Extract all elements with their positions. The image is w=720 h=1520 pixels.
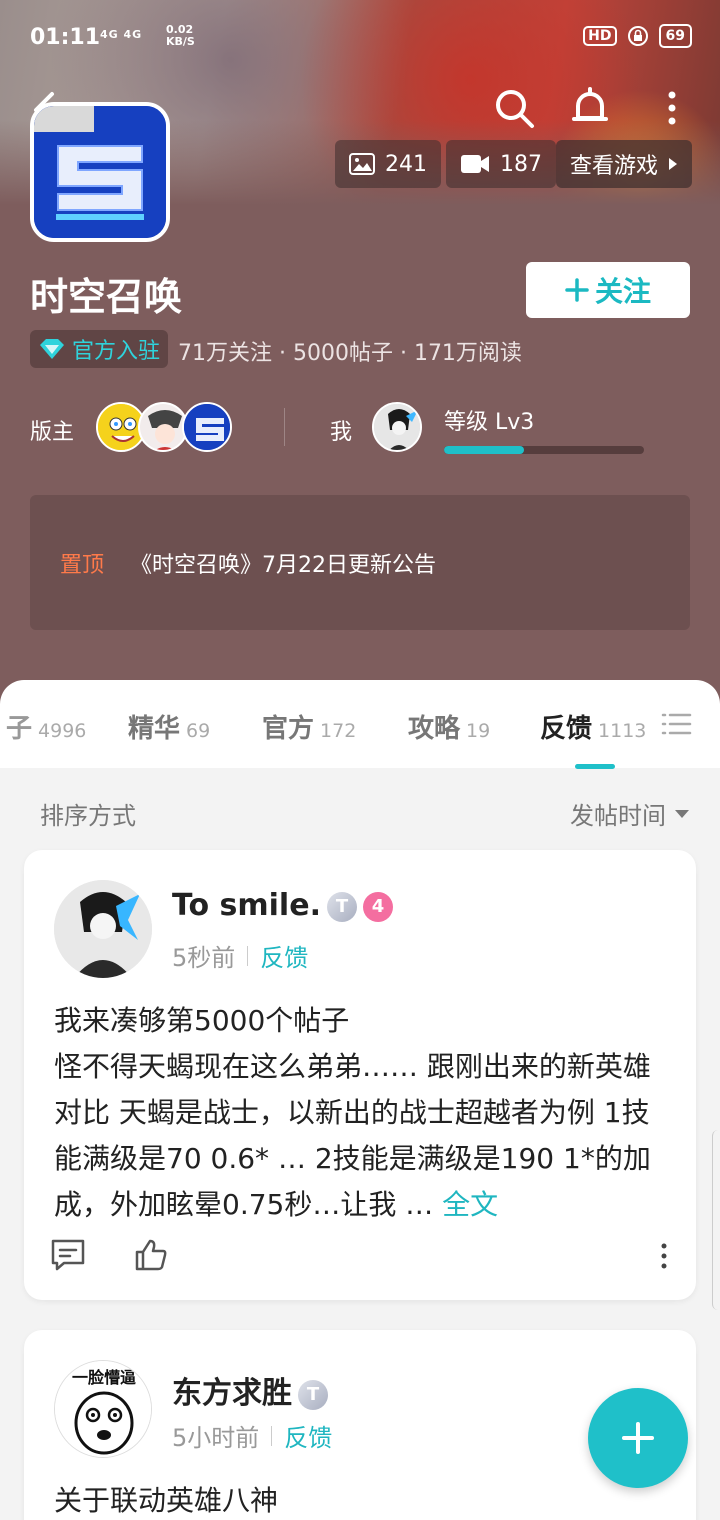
read-more-link[interactable]: 全文 — [442, 1188, 498, 1221]
post-more-icon[interactable] — [658, 1242, 670, 1270]
videos-button[interactable]: 187 — [446, 140, 556, 188]
forum-header: 01:11 4G 4G 0.02 KB/S HD 69 241 187 查看游戏… — [0, 0, 720, 720]
tab-label: 子 — [6, 714, 33, 744]
me-label: 我 — [330, 420, 353, 445]
post-time: 5小时前 — [172, 1424, 260, 1452]
battery-icon: 69 — [658, 24, 692, 48]
diamond-icon — [40, 339, 64, 359]
pinned-tag: 置顶 — [60, 553, 105, 578]
tab-count: 69 — [186, 720, 211, 742]
pinned-title: 《时空召唤》7月22日更新公告 — [130, 553, 436, 578]
status-time: 01:11 — [30, 25, 101, 50]
play-arrow-icon — [669, 158, 678, 170]
pinned-post[interactable]: 置顶 《时空召唤》7月22日更新公告 — [30, 495, 690, 630]
level-label: 等级 Lv3 — [444, 410, 535, 435]
images-button[interactable]: 241 — [335, 140, 441, 188]
sort-label: 排序方式 — [40, 802, 136, 830]
title-badge-icon: T — [298, 1379, 328, 1410]
post-author-avatar[interactable]: 一脸懵逼 — [54, 1360, 152, 1458]
comment-icon[interactable] — [50, 1238, 86, 1272]
post-content[interactable]: 我来凑够第5000个帖子 怪不得天蝎现在这么弟弟…… 跟刚出来的新英雄对比 天蝎… — [54, 998, 674, 1228]
image-icon — [349, 153, 375, 175]
images-count: 241 — [385, 151, 427, 177]
game-logo[interactable] — [30, 102, 170, 242]
my-avatar[interactable] — [372, 402, 422, 452]
post-content[interactable]: 关于联动英雄八神 — [54, 1478, 674, 1520]
post-time: 5秒前 — [172, 944, 236, 972]
video-icon — [461, 155, 489, 173]
post-category[interactable]: 反馈 — [284, 1418, 332, 1453]
post-author-name[interactable]: To smile. T 4 — [172, 888, 393, 923]
tab-count: 1113 — [598, 720, 647, 742]
sort-dropdown[interactable]: 发帖时间 — [570, 796, 690, 831]
post-author-name[interactable]: 东方求胜 T — [172, 1368, 328, 1412]
thumbs-up-icon[interactable] — [134, 1238, 168, 1272]
post-author-avatar[interactable] — [54, 880, 152, 978]
view-game-label: 查看游戏 — [570, 154, 659, 179]
meta-separator — [271, 1425, 273, 1446]
create-post-button[interactable] — [588, 1388, 688, 1488]
sort-value: 发帖时间 — [570, 802, 666, 830]
videos-count: 187 — [500, 151, 542, 177]
more-vertical-icon[interactable] — [650, 86, 694, 130]
network-speed-unit: KB/S — [166, 35, 195, 48]
tab-count: 19 — [466, 720, 491, 742]
level-badge-icon: 4 — [362, 891, 393, 922]
forum-tabs: 子 4996 精华 69 官方 172 攻略 19 反馈 1113 — [0, 680, 720, 769]
moderator-avatar-2[interactable] — [138, 402, 188, 452]
status-right: HD 69 — [583, 24, 692, 48]
tab-label: 官方 — [262, 714, 315, 744]
lock-icon — [627, 26, 648, 46]
post-card[interactable]: To smile. T 4 5秒前 反馈 我来凑够第5000个帖子 怪不得天蝎现在这… — [24, 850, 696, 1300]
follow-label: 关注 — [594, 275, 651, 308]
active-tab-indicator — [575, 764, 615, 769]
level-progress-fill — [444, 446, 524, 454]
level-progress-bar — [444, 446, 644, 454]
title-badge-icon: T — [326, 891, 357, 922]
moderator-avatar-3[interactable] — [182, 402, 232, 452]
network-speed: 0.02 KB/S — [166, 24, 195, 48]
tab-count: 172 — [320, 720, 357, 742]
view-game-button[interactable]: 查看游戏 — [556, 140, 693, 188]
post-actions — [50, 1238, 670, 1278]
plus-icon — [565, 278, 589, 302]
tab-featured[interactable]: 精华 69 — [128, 708, 210, 745]
post-excerpt-text: 怪不得天蝎现在这么弟弟…… 跟刚出来的新英雄对比 天蝎是战士，以新出的战士超越者… — [54, 1050, 651, 1221]
scroll-edge — [712, 1130, 720, 1310]
status-bar: 01:11 4G 4G 0.02 KB/S HD 69 — [0, 0, 720, 72]
tab-label: 攻略 — [408, 714, 461, 744]
tab-guides[interactable]: 攻略 19 — [408, 708, 490, 745]
post-category[interactable]: 反馈 — [260, 938, 308, 973]
game-title: 时空召唤 — [30, 275, 183, 319]
post-author-name-text: 东方求胜 — [172, 1376, 292, 1411]
post-meta: 5秒前 反馈 — [172, 938, 308, 973]
tab-menu-icon[interactable] — [660, 710, 692, 738]
post-title: 我来凑够第5000个帖子 — [54, 1004, 350, 1037]
plus-icon — [622, 1422, 654, 1454]
forum-stats: 71万关注 · 5000帖子 · 171万阅读 — [178, 341, 522, 366]
caret-down-icon — [675, 809, 689, 818]
hd-icon: HD — [583, 26, 617, 46]
tab-label: 反馈 — [540, 714, 593, 744]
post-meta: 5小时前 反馈 — [172, 1418, 332, 1453]
moderators-label: 版主 — [30, 420, 75, 445]
meta-separator — [247, 945, 249, 966]
bell-icon[interactable] — [568, 86, 612, 130]
follow-button[interactable]: 关注 — [526, 262, 690, 318]
tab-all[interactable]: 子 4996 — [6, 708, 86, 745]
header-divider — [284, 408, 285, 446]
official-badge: 官方入驻 — [30, 330, 169, 368]
tab-label: 精华 — [128, 714, 181, 744]
tab-official[interactable]: 官方 172 — [262, 708, 356, 745]
search-icon[interactable] — [492, 86, 536, 130]
network-indicator: 4G 4G — [100, 28, 143, 41]
post-author-name-text: To smile. — [172, 888, 321, 923]
post-excerpt: 怪不得天蝎现在这么弟弟…… 跟刚出来的新英雄对比 天蝎是战士，以新出的战士超越者… — [54, 1044, 674, 1228]
svg-text:一脸懵逼: 一脸懵逼 — [72, 1368, 136, 1387]
official-badge-label: 官方入驻 — [72, 339, 161, 364]
tab-feedback[interactable]: 反馈 1113 — [540, 708, 646, 745]
tab-count: 4996 — [38, 720, 87, 742]
post-title: 关于联动英雄八神 — [54, 1484, 279, 1517]
